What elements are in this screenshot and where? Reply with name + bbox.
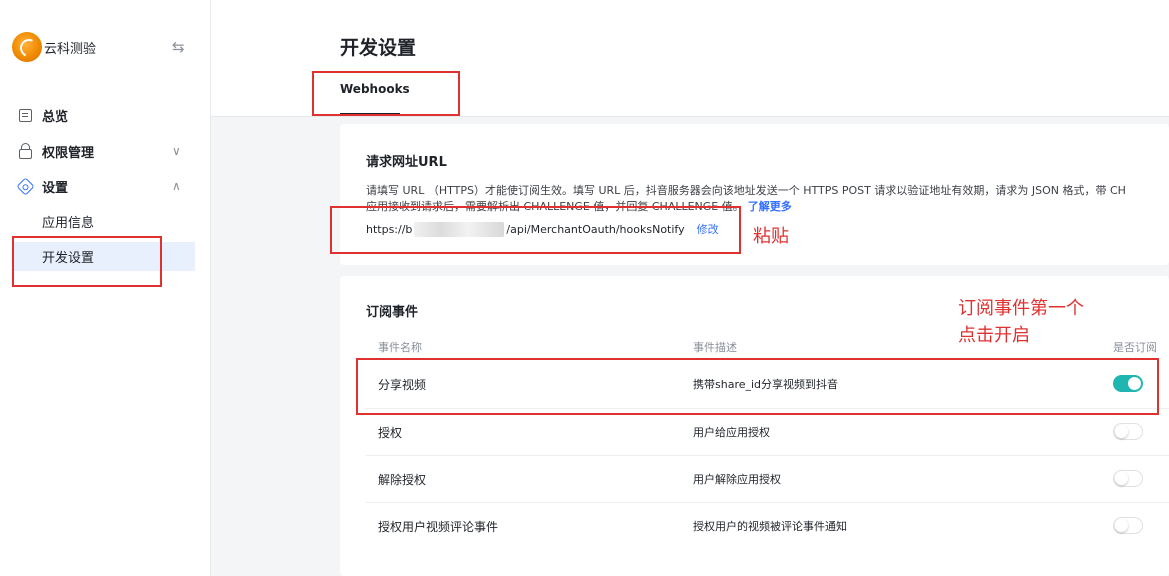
- subscribe-toggle[interactable]: [1113, 423, 1143, 440]
- sidebar-subitem-label: 应用信息: [42, 216, 95, 231]
- sidebar-subitem-app-info[interactable]: 应用信息: [12, 207, 195, 236]
- annotation-subscribe-text-1: 订阅事件第一个: [958, 298, 1084, 319]
- app-logo-icon: [12, 32, 42, 62]
- sidebar-item-overview[interactable]: 总览: [0, 100, 195, 130]
- dashboard-icon: [17, 107, 33, 123]
- event-name: 授权: [378, 426, 403, 440]
- subscribe-toggle[interactable]: [1113, 470, 1143, 487]
- event-name: 授权用户视频评论事件: [378, 520, 499, 534]
- subscribe-toggle[interactable]: [1113, 517, 1143, 534]
- subscriptions-title: 订阅事件: [366, 305, 419, 320]
- page-title: 开发设置: [340, 37, 417, 59]
- annotation-subscribe-text-2: 点击开启: [958, 325, 1030, 346]
- table-row: 授权 用户给应用授权: [366, 409, 1169, 455]
- sidebar-item-label: 权限管理: [42, 145, 95, 161]
- toggle-knob: [1115, 519, 1128, 532]
- sidebar-item-settings[interactable]: 设置 ∧: [0, 171, 195, 201]
- annotation-box-url: [330, 206, 741, 254]
- event-description: 授权用户的视频被评论事件通知: [693, 520, 847, 533]
- lock-icon: [17, 142, 33, 159]
- table-row: 授权用户视频评论事件 授权用户的视频被评论事件通知: [366, 503, 1169, 549]
- chevron-up-icon: ∧: [172, 179, 181, 193]
- sidebar-item-permissions[interactable]: 权限管理 ∨: [0, 136, 195, 166]
- brand-name: 云科测验: [44, 41, 97, 57]
- column-header-name: 事件名称: [378, 341, 422, 354]
- annotation-box-first-event: [356, 358, 1159, 415]
- event-description: 用户给应用授权: [693, 426, 770, 439]
- learn-more-link[interactable]: 了解更多: [748, 200, 792, 213]
- settings-icon: [15, 176, 35, 196]
- toggle-knob: [1115, 472, 1128, 485]
- table-row: 解除授权 用户解除应用授权: [366, 456, 1169, 502]
- event-name: 解除授权: [378, 473, 427, 487]
- sidebar: 云科测验 ⇆ 总览 权限管理 ∨ 设置 ∧ 应用信息 开发设置: [0, 0, 211, 576]
- sidebar-item-label: 总览: [42, 109, 69, 125]
- chevron-down-icon: ∨: [172, 144, 181, 158]
- request-url-title: 请求网址URL: [366, 155, 447, 170]
- event-description: 用户解除应用授权: [693, 473, 781, 486]
- annotation-paste-text: 粘贴: [753, 226, 789, 247]
- brand[interactable]: 云科测验: [12, 32, 96, 62]
- column-header-desc: 事件描述: [693, 341, 737, 354]
- request-url-description: 请填写 URL （HTTPS）才能使订阅生效。填写 URL 后，抖音服务器会向该…: [366, 184, 1126, 197]
- annotation-box-dev-settings: [12, 236, 162, 287]
- sidebar-item-label: 设置: [42, 180, 69, 196]
- annotation-box-webhooks-tab: [312, 71, 460, 116]
- toggle-knob: [1115, 425, 1128, 438]
- column-header-subscribed: 是否订阅: [1113, 341, 1157, 354]
- tab-divider: [211, 116, 1169, 117]
- collapse-sidebar-icon[interactable]: ⇆: [172, 38, 185, 56]
